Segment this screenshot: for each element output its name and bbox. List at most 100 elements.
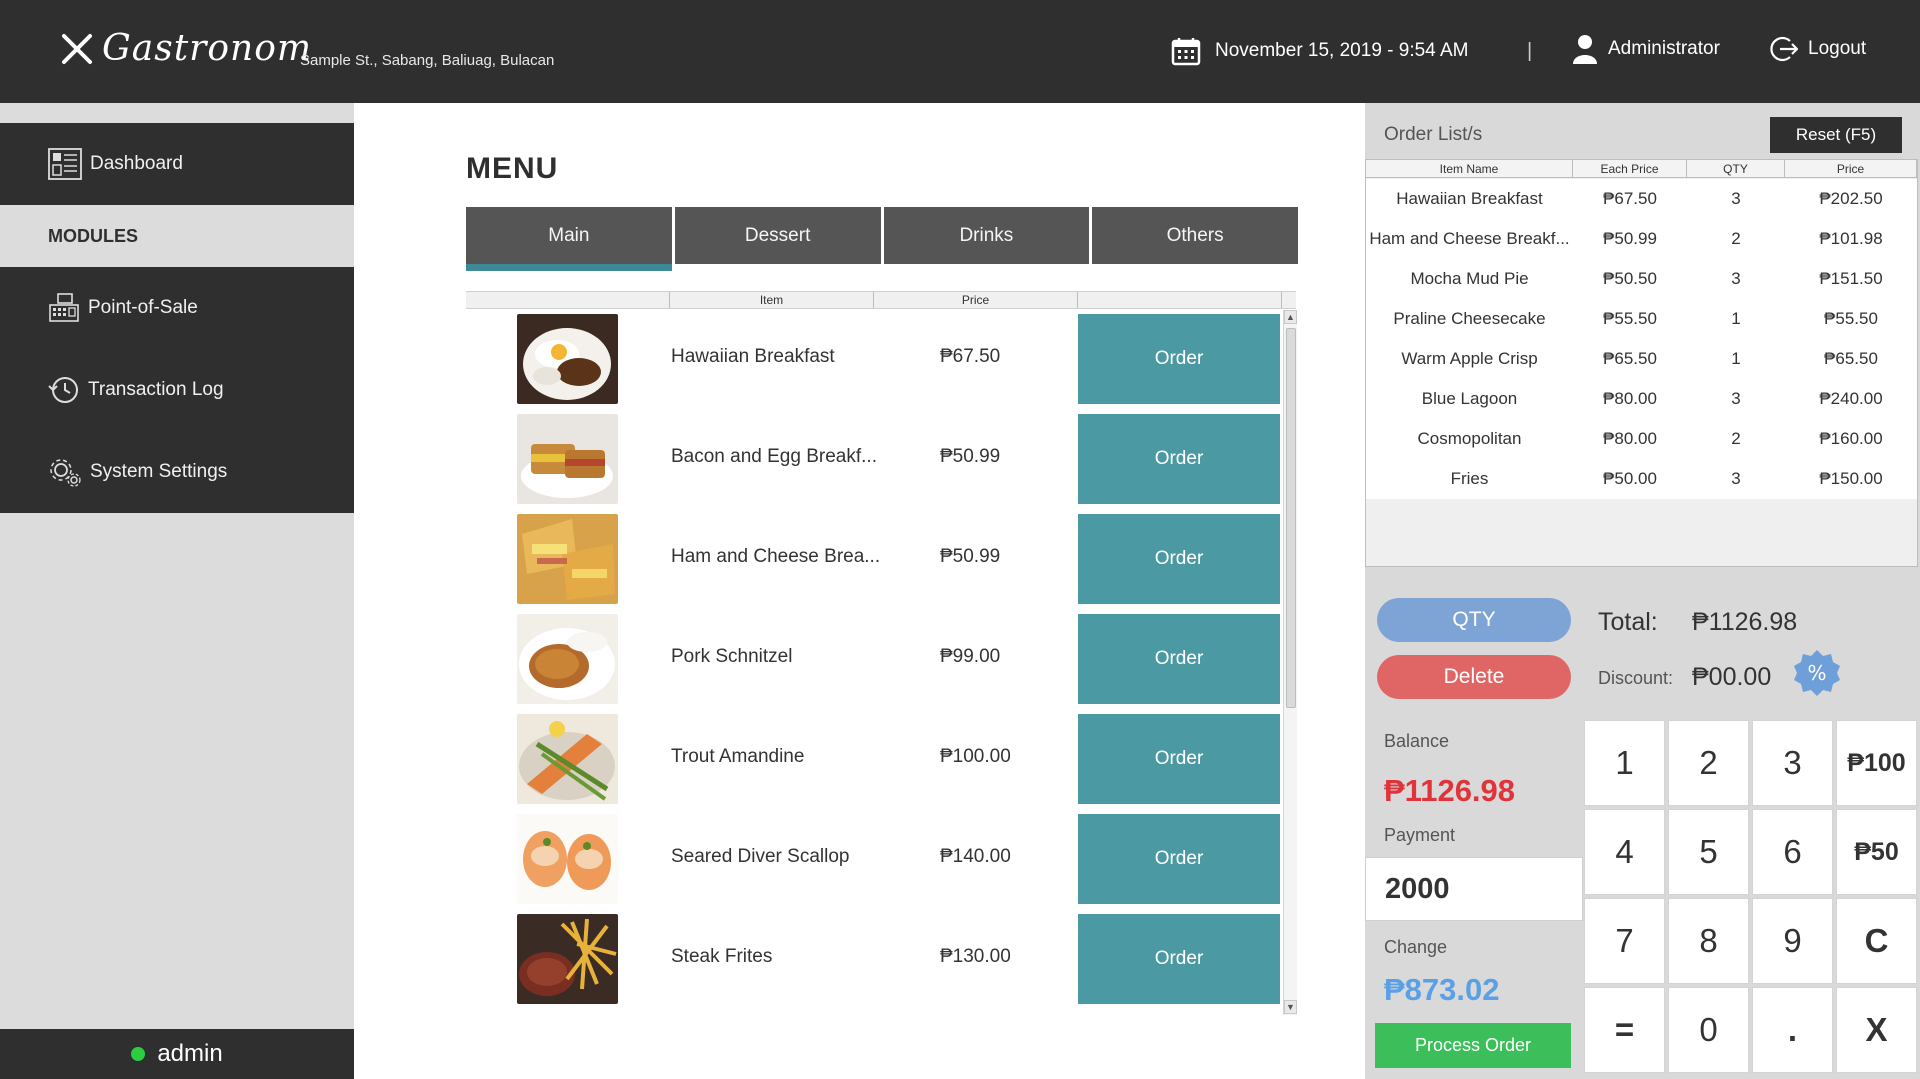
key-8[interactable]: 8 xyxy=(1668,898,1749,984)
payment-input[interactable]: 2000 xyxy=(1365,857,1583,921)
sidebar-item-transaction-log[interactable]: Transaction Log xyxy=(0,349,354,431)
scroll-up-icon[interactable]: ▲ xyxy=(1284,310,1297,324)
discount-button[interactable]: % xyxy=(1792,648,1842,698)
sidebar: Dashboard MODULES Point-of-Sale Transact… xyxy=(0,103,354,1079)
menu-item-name: Pork Schnitzel xyxy=(671,646,793,667)
menu-row: Steak Frites ₱130.00 Order xyxy=(466,910,1282,1004)
scroll-down-icon[interactable]: ▼ xyxy=(1284,1000,1297,1014)
key-0[interactable]: 0 xyxy=(1668,987,1749,1073)
tab-main[interactable]: Main xyxy=(466,207,672,271)
discount-symbol: % xyxy=(1807,661,1826,685)
header-separator: | xyxy=(1527,40,1533,62)
tab-drinks[interactable]: Drinks xyxy=(883,207,1090,264)
menu-row: Seared Diver Scallop ₱140.00 Order xyxy=(466,810,1282,904)
order-button[interactable]: Order xyxy=(1078,414,1280,504)
qty-button[interactable]: QTY xyxy=(1377,598,1571,642)
order-item-price: ₱55.50 xyxy=(1824,309,1878,328)
order-item-name: Warm Apple Crisp xyxy=(1401,349,1538,368)
order-button[interactable]: Order xyxy=(1078,914,1280,1004)
total-value: ₱1126.98 xyxy=(1692,608,1798,636)
gear-icon xyxy=(50,459,81,487)
key-1[interactable]: 1 xyxy=(1584,720,1665,806)
order-item-qty: 1 xyxy=(1731,349,1741,368)
scroll-thumb[interactable] xyxy=(1286,328,1296,708)
status-username: admin xyxy=(157,1040,223,1067)
key-decimal[interactable]: . xyxy=(1752,987,1833,1073)
table-row[interactable]: Blue Lagoon ₱80.00 3 ₱240.00 xyxy=(1366,379,1917,419)
key-6[interactable]: 6 xyxy=(1752,809,1833,895)
menu-row: Ham and Cheese Brea... ₱50.99 Order xyxy=(466,510,1282,604)
process-order-button[interactable]: Process Order xyxy=(1375,1023,1571,1068)
order-button[interactable]: Order xyxy=(1078,714,1280,804)
order-button[interactable]: Order xyxy=(1078,814,1280,904)
order-button[interactable]: Order xyxy=(1078,514,1280,604)
user-display: Administrator xyxy=(1572,34,1720,64)
tab-dessert[interactable]: Dessert xyxy=(674,207,881,264)
key-7[interactable]: 7 xyxy=(1584,898,1665,984)
table-row[interactable]: Praline Cheesecake ₱55.50 1 ₱55.50 xyxy=(1366,299,1917,339)
sidebar-item-dashboard[interactable]: Dashboard xyxy=(0,123,354,205)
logout-icon xyxy=(1770,36,1798,62)
order-panel: Order List/s Reset (F5) Item Name Each P… xyxy=(1365,103,1920,1079)
column-header-item: Item xyxy=(670,292,874,308)
menu-item-name: Bacon and Egg Breakf... xyxy=(671,446,877,467)
menu-row: Pork Schnitzel ₱99.00 Order xyxy=(466,610,1282,704)
online-status-dot xyxy=(131,1047,146,1061)
order-item-price: ₱65.50 xyxy=(1824,349,1878,368)
sidebar-item-system-settings[interactable]: System Settings xyxy=(0,431,354,513)
key-100-peso[interactable]: ₱100 xyxy=(1836,720,1917,806)
discount-label: Discount: xyxy=(1598,668,1674,688)
key-clear[interactable]: C xyxy=(1836,898,1917,984)
key-3[interactable]: 3 xyxy=(1752,720,1833,806)
menu-item-name: Seared Diver Scallop xyxy=(671,846,850,867)
key-50-peso[interactable]: ₱50 xyxy=(1836,809,1917,895)
tab-others[interactable]: Others xyxy=(1092,207,1298,264)
column-header-item-name: Item Name xyxy=(1366,160,1573,177)
order-item-price: ₱150.00 xyxy=(1819,469,1883,488)
menu-item-price: ₱100.00 xyxy=(940,746,1011,767)
table-row[interactable]: Cosmopolitan ₱80.00 2 ₱160.00 xyxy=(1366,419,1917,459)
menu-row: Trout Amandine ₱100.00 Order xyxy=(466,710,1282,804)
order-item-price: ₱101.98 xyxy=(1819,229,1883,248)
dashboard-icon xyxy=(48,148,82,180)
order-item-name: Blue Lagoon xyxy=(1421,389,1518,408)
key-9[interactable]: 9 xyxy=(1752,898,1833,984)
column-header-each-price: Each Price xyxy=(1573,160,1687,177)
menu-category-tabs: Main Dessert Drinks Others xyxy=(466,207,1298,271)
sidebar-item-label: System Settings xyxy=(90,461,228,482)
key-5[interactable]: 5 xyxy=(1668,809,1749,895)
order-item-qty: 2 xyxy=(1731,429,1741,448)
table-row[interactable]: Fries ₱50.00 3 ₱150.00 xyxy=(1366,459,1917,499)
order-table: Item Name Each Price QTY Price Hawaiian … xyxy=(1365,159,1918,567)
logout-button[interactable]: Logout xyxy=(1768,34,1866,64)
table-row[interactable]: Warm Apple Crisp ₱65.50 1 ₱65.50 xyxy=(1366,339,1917,379)
column-header-price: Price xyxy=(1785,160,1917,177)
total-label: Total: xyxy=(1598,608,1658,636)
key-cancel[interactable]: X xyxy=(1836,987,1917,1073)
reset-button[interactable]: Reset (F5) xyxy=(1770,117,1902,153)
order-table-header: Item Name Each Price QTY Price xyxy=(1366,160,1917,178)
key-2[interactable]: 2 xyxy=(1668,720,1749,806)
food-image-ham-cheese-breakfast xyxy=(517,514,618,604)
order-button[interactable]: Order xyxy=(1078,614,1280,704)
order-item-each-price: ₱80.00 xyxy=(1603,429,1657,448)
order-button[interactable]: Order xyxy=(1078,314,1280,404)
order-item-each-price: ₱50.99 xyxy=(1603,229,1657,248)
order-item-each-price: ₱50.00 xyxy=(1603,469,1657,488)
menu-title: MENU xyxy=(466,152,559,185)
table-row[interactable]: Mocha Mud Pie ₱50.50 3 ₱151.50 xyxy=(1366,259,1917,299)
menu-item-name: Ham and Cheese Brea... xyxy=(671,546,881,567)
food-image-trout-amandine xyxy=(517,714,618,804)
app-header: Gastronom Sample St., Sabang, Baliuag, B… xyxy=(0,0,1920,103)
menu-item-price: ₱140.00 xyxy=(940,846,1011,867)
sidebar-item-point-of-sale[interactable]: Point-of-Sale xyxy=(0,267,354,349)
order-item-name: Mocha Mud Pie xyxy=(1410,269,1529,288)
key-4[interactable]: 4 xyxy=(1584,809,1665,895)
delete-button[interactable]: Delete xyxy=(1377,655,1571,699)
key-equals[interactable]: = xyxy=(1584,987,1665,1073)
order-item-each-price: ₱55.50 xyxy=(1603,309,1657,328)
table-row[interactable]: Ham and Cheese Breakf... ₱50.99 2 ₱101.9… xyxy=(1366,219,1917,259)
menu-scrollbar[interactable]: ▲ ▼ xyxy=(1283,310,1297,1015)
datetime-text: November 15, 2019 - 9:54 AM xyxy=(1215,40,1469,61)
table-row[interactable]: Hawaiian Breakfast ₱67.50 3 ₱202.50 xyxy=(1366,179,1917,219)
